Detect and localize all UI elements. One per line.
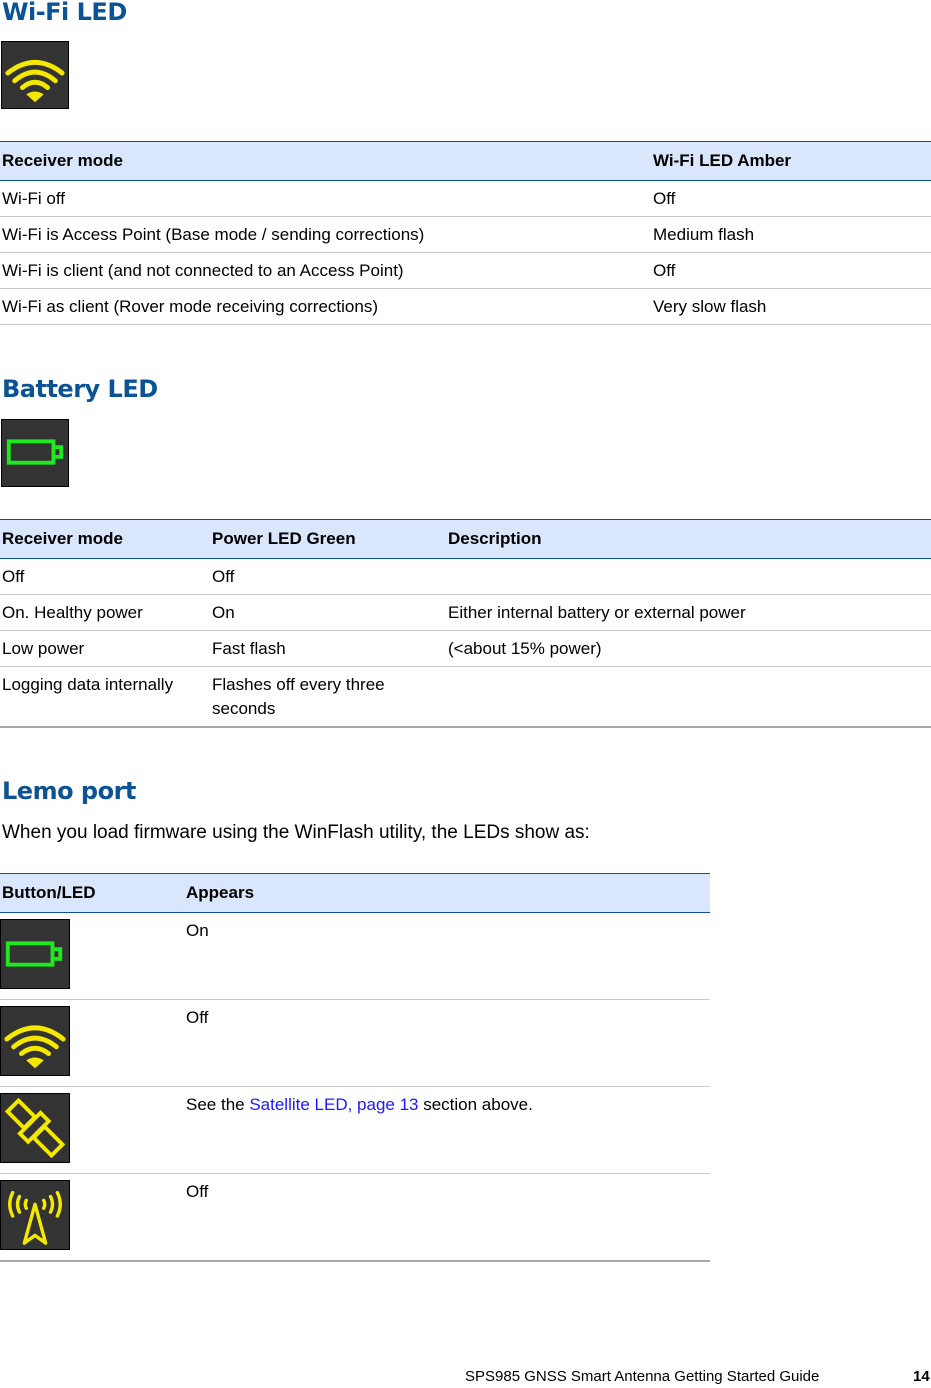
appears-cell: Off [184, 999, 710, 1087]
wifi-led-table: Receiver mode Wi-Fi LED Amber Wi-Fi off … [0, 141, 931, 325]
led-state-cell: Off [651, 180, 931, 217]
led-icon-cell [0, 1173, 184, 1262]
lemo-port-table: Button/LED Appears On Off See the Satell… [0, 873, 710, 1262]
table-row: Wi-Fi off Off [0, 180, 931, 217]
battery-led-table: Receiver mode Power LED Green Descriptio… [0, 519, 931, 728]
lemo-port-heading: Lemo port [2, 777, 136, 805]
battery-icon [0, 919, 70, 989]
appears-prefix: See the [186, 1095, 250, 1114]
receiver-mode-cell: Off [0, 558, 210, 595]
led-state-cell: Off [210, 558, 446, 595]
led-state-cell: Very slow flash [651, 288, 931, 325]
led-icon-cell [0, 999, 184, 1087]
table-row: On [0, 912, 710, 1000]
led-state-cell: On [210, 594, 446, 631]
appears-suffix: section above. [418, 1095, 533, 1114]
table-row: Off Off [0, 558, 931, 595]
satellite-icon [0, 1093, 70, 1163]
satellite-led-link[interactable]: Satellite LED, page 13 [249, 1095, 418, 1114]
appears-cell: Off [184, 1173, 710, 1262]
appears-cell: On [184, 912, 710, 1000]
receiver-mode-cell: Logging data internally [0, 666, 210, 728]
wifi-led-heading: Wi-Fi LED [2, 0, 127, 26]
receiver-mode-cell: Wi-Fi is client (and not connected to an… [0, 252, 651, 289]
footer-guide-title: SPS985 GNSS Smart Antenna Getting Starte… [465, 1368, 820, 1385]
description-cell [446, 666, 931, 728]
column-header: Button/LED [0, 873, 184, 913]
appears-cell: See the Satellite LED, page 13 section a… [184, 1086, 710, 1174]
receiver-mode-cell: Wi-Fi off [0, 180, 651, 217]
column-header: Description [446, 519, 931, 559]
description-cell [446, 558, 931, 595]
column-header: Wi-Fi LED Amber [651, 141, 931, 181]
receiver-mode-cell: Wi-Fi as client (Rover mode receiving co… [0, 288, 651, 325]
table-row: Wi-Fi is client (and not connected to an… [0, 252, 931, 289]
wifi-icon [0, 1006, 70, 1076]
table-row: Off [0, 999, 710, 1087]
table-row: Wi-Fi as client (Rover mode receiving co… [0, 288, 931, 325]
table-row: Off [0, 1173, 710, 1262]
led-state-cell: Fast flash [210, 630, 446, 667]
table-row: See the Satellite LED, page 13 section a… [0, 1086, 710, 1174]
table-row: On. Healthy power On Either internal bat… [0, 594, 931, 631]
led-state-cell: Flashes off every three seconds [210, 666, 446, 728]
column-header: Appears [184, 873, 710, 913]
receiver-mode-cell: Wi-Fi is Access Point (Base mode / sendi… [0, 216, 651, 253]
led-state-cell: Medium flash [651, 216, 931, 253]
column-header: Receiver mode [0, 519, 210, 559]
led-state-cell: Off [651, 252, 931, 289]
table-row: Logging data internally Flashes off ever… [0, 666, 931, 728]
description-cell: Either internal battery or external powe… [446, 594, 931, 631]
lemo-intro-text: When you load firmware using the WinFlas… [2, 822, 590, 843]
column-header: Receiver mode [0, 141, 651, 181]
battery-icon [1, 419, 69, 487]
table-row: Wi-Fi is Access Point (Base mode / sendi… [0, 216, 931, 253]
led-icon-cell [0, 912, 184, 1000]
page-number: 14 [913, 1368, 930, 1385]
column-header: Power LED Green [210, 519, 446, 559]
radio-tower-icon [0, 1180, 70, 1250]
table-row: Low power Fast flash (<about 15% power) [0, 630, 931, 667]
battery-led-heading: Battery LED [2, 375, 158, 403]
receiver-mode-cell: On. Healthy power [0, 594, 210, 631]
receiver-mode-cell: Low power [0, 630, 210, 667]
wifi-icon [1, 41, 69, 109]
description-cell: (<about 15% power) [446, 630, 931, 667]
led-icon-cell [0, 1086, 184, 1174]
